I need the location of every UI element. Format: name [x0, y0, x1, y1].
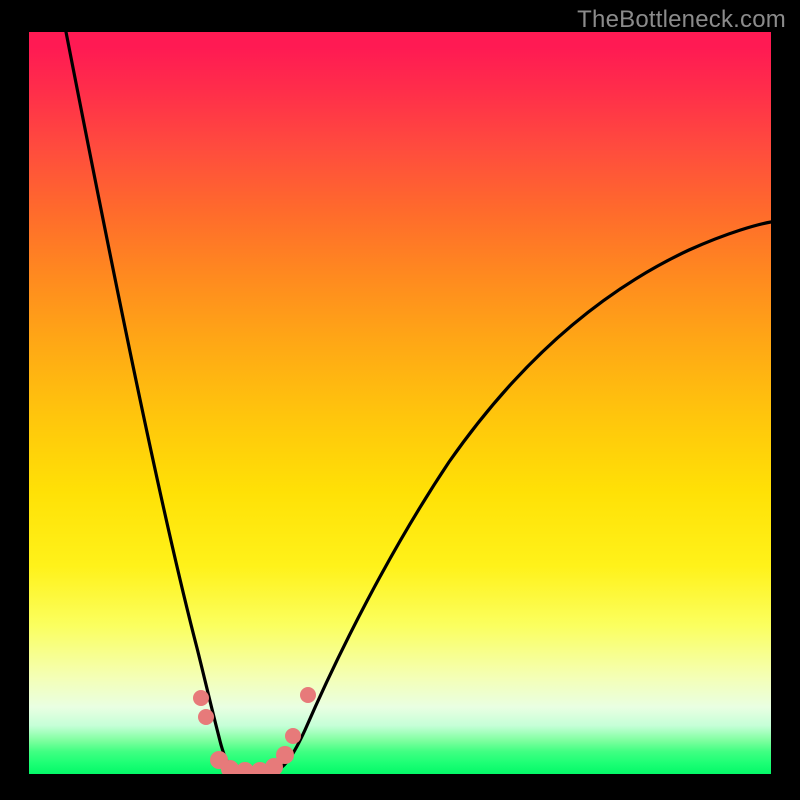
curve-left-branch [66, 32, 235, 772]
bottleneck-curve [29, 32, 771, 774]
curve-right-branch [274, 222, 771, 772]
marker-dot [300, 687, 316, 703]
chart-frame: TheBottleneck.com [0, 0, 800, 800]
marker-dot [198, 709, 214, 725]
marker-dot [193, 690, 209, 706]
watermark-text: TheBottleneck.com [577, 6, 786, 34]
marker-dot [285, 728, 301, 744]
plot-area [29, 32, 771, 774]
marker-dot [276, 746, 294, 764]
highlight-markers [193, 687, 316, 774]
